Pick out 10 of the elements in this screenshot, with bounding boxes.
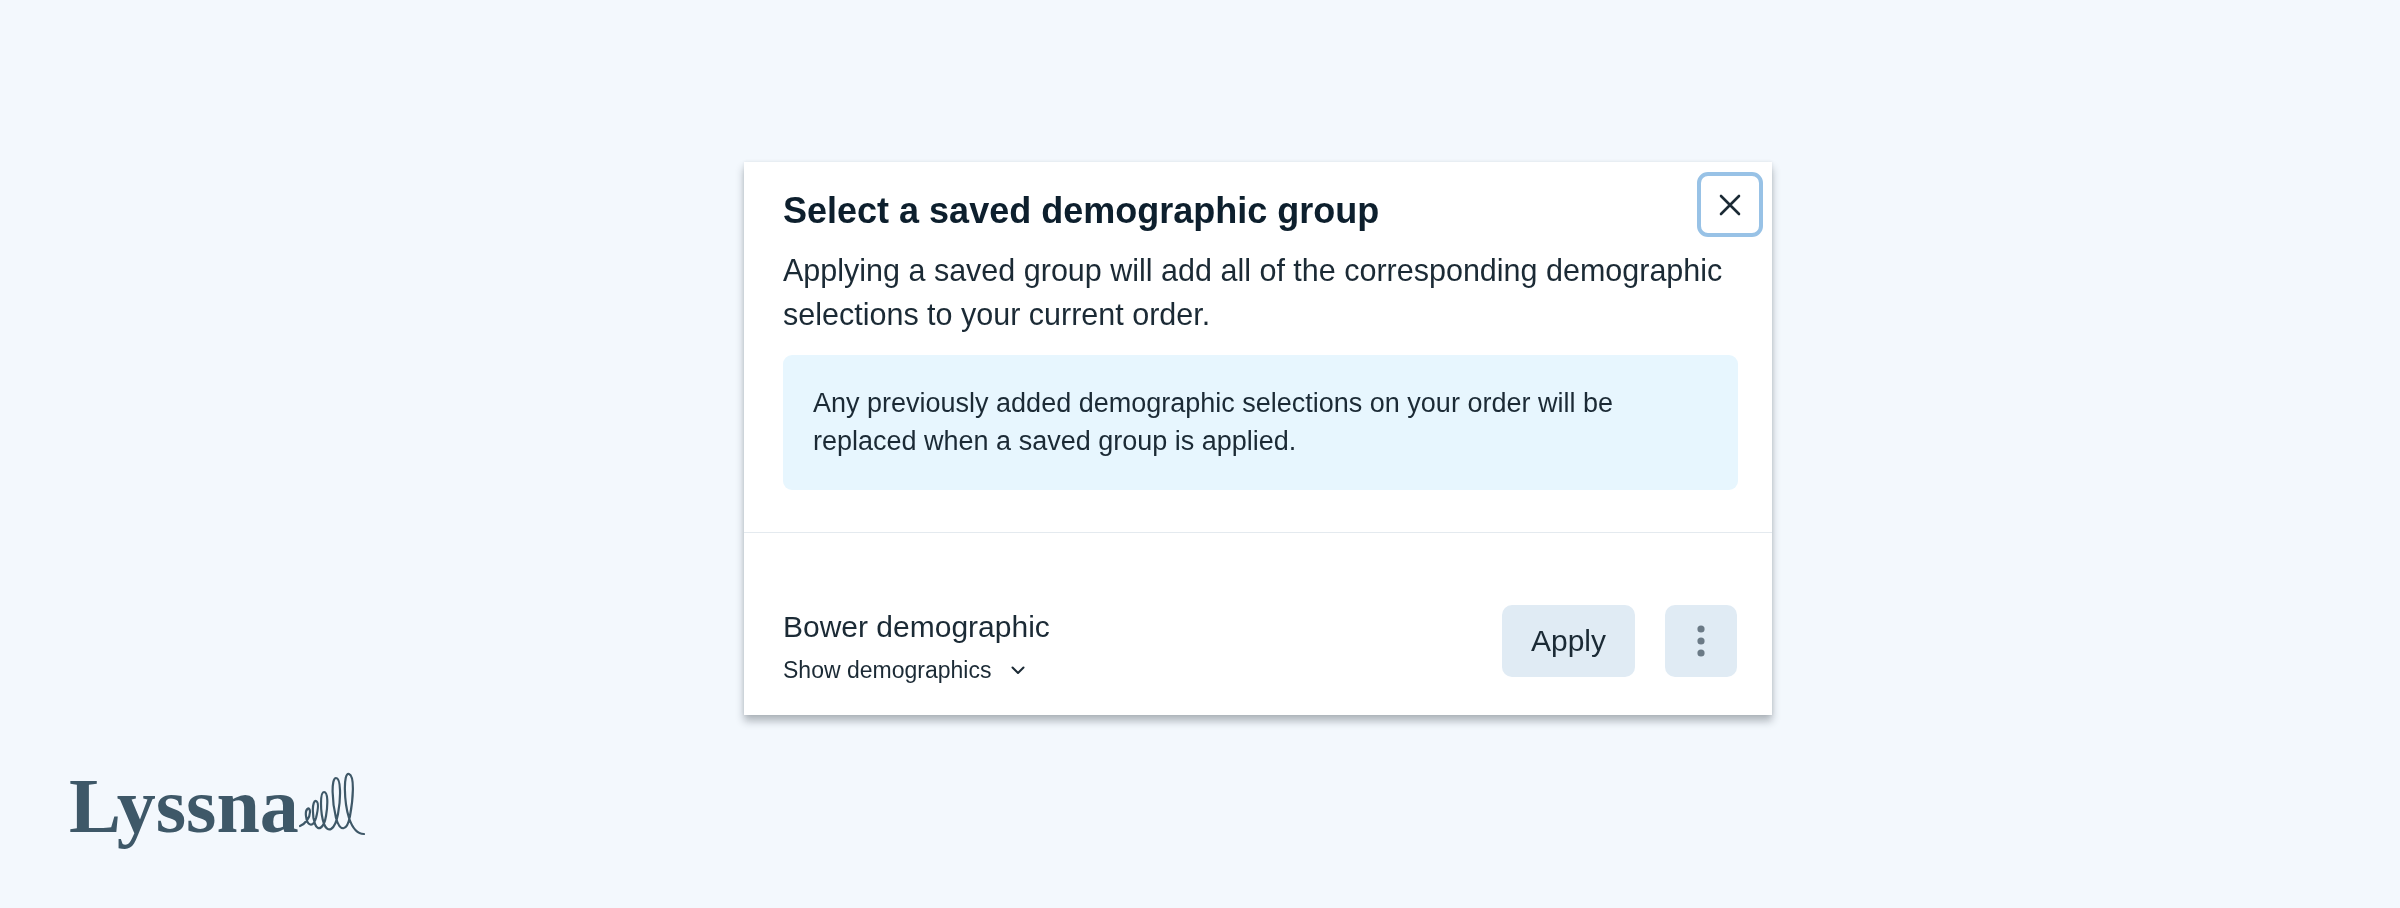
dialog-description: Applying a saved group will add all of the corresponding demographic selections to your current order. — [783, 252, 1724, 334]
vertical-dots-icon — [1697, 625, 1705, 657]
apply-button[interactable]: Apply — [1501, 605, 1635, 677]
group-name: Bower demographic — [783, 609, 1050, 645]
close-icon — [1719, 193, 1741, 216]
dialog-title: Select a saved demographic group — [783, 189, 1380, 233]
close-button[interactable] — [1697, 172, 1763, 237]
info-notice: Any previously added demographic selections on your order will be replaced when a saved group is applied. — [783, 355, 1738, 490]
loop-squiggle-icon — [298, 772, 365, 836]
show-demographics-toggle[interactable]: Show demographics — [783, 655, 1026, 685]
